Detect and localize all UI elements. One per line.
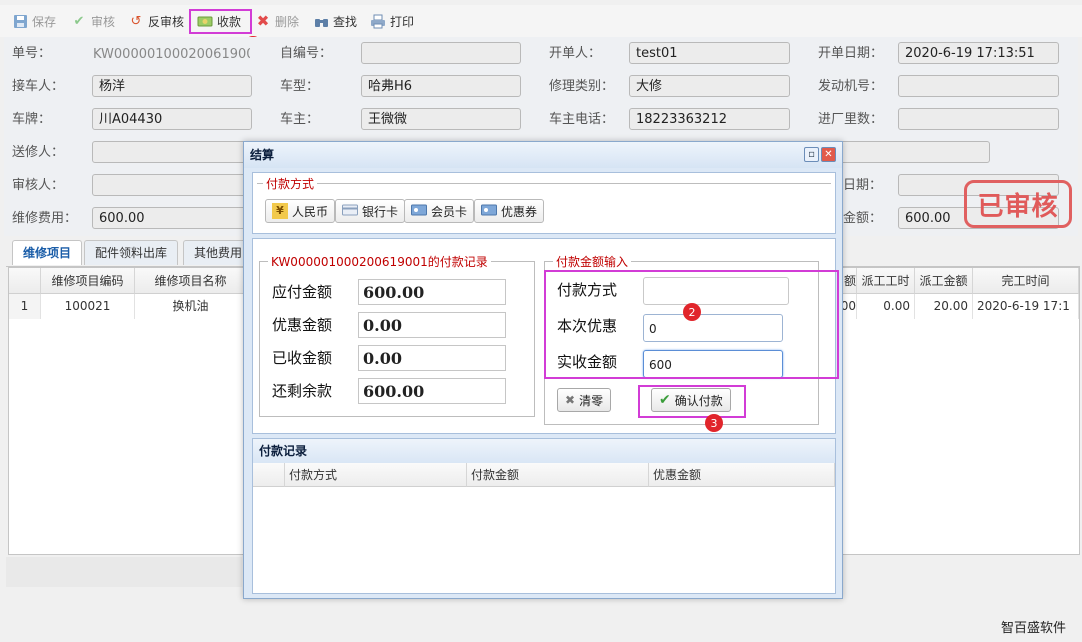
- repair-fee-label: 维修费用：: [12, 211, 78, 226]
- engine-no-label: 发动机号：: [818, 79, 884, 94]
- audited-stamp: 已审核: [964, 180, 1072, 228]
- mileage-field[interactable]: [898, 108, 1059, 130]
- owner-phone-label: 车主电话：: [549, 112, 615, 127]
- table-cell-money[interactable]: 20.00: [915, 294, 973, 319]
- rmb-icon: ¥: [272, 203, 288, 219]
- unaudit-button[interactable]: ↺ 反审核: [128, 10, 184, 32]
- grid-header-code: 维修项目编码: [41, 268, 135, 294]
- records-header-amount: 付款金额: [467, 463, 649, 487]
- due-amount-label: 应付金额: [272, 283, 333, 301]
- remaining-amount-label: 还剩余款: [272, 382, 333, 400]
- remaining-amount-field: 600.00: [358, 378, 506, 404]
- receiver-field[interactable]: 杨洋: [92, 75, 252, 97]
- pay-bank-card-button[interactable]: 银行卡: [335, 199, 406, 223]
- table-cell-hours[interactable]: 0.00: [857, 294, 915, 319]
- creator-label: 开单人：: [549, 46, 602, 61]
- order-no-label: 单号：: [12, 46, 52, 61]
- pay-member-card-button[interactable]: 会员卡: [404, 199, 475, 223]
- coupon-icon: [481, 204, 497, 219]
- auditor-field[interactable]: [92, 174, 252, 196]
- self-no-field[interactable]: [361, 42, 521, 64]
- discount-amount-label: 优惠金额: [272, 316, 333, 334]
- received-amount-field: 0.00: [358, 345, 506, 371]
- table-row-index: 1: [9, 294, 41, 319]
- audit-button[interactable]: ✔ 审核: [71, 10, 115, 32]
- engine-no-field[interactable]: [898, 75, 1059, 97]
- received-amount-label: 已收金额: [272, 349, 333, 367]
- close-icon[interactable]: ✕: [821, 147, 836, 162]
- repair-type-label: 修理类别：: [549, 79, 615, 94]
- mileage-label: 进厂里数：: [818, 112, 884, 127]
- table-cell-code[interactable]: 100021: [41, 294, 135, 319]
- tab-repair-items[interactable]: 维修项目: [12, 240, 83, 265]
- find-button[interactable]: 查找: [313, 10, 357, 32]
- sender-label: 送修人：: [12, 145, 65, 160]
- create-date-label: 开单日期：: [818, 46, 884, 61]
- toolbar: 保存 ✔ 审核 ↺ 反审核 收款 ✖ 删除 查找 打印: [0, 5, 1082, 37]
- pay-coupon-button[interactable]: 优惠券: [474, 199, 545, 223]
- step-badge-3: 3: [705, 414, 723, 432]
- payment-method-panel: 付款方式 ¥ 人民币 银行卡 会员卡 优惠券: [252, 172, 836, 234]
- model-field[interactable]: 哈弗H6: [361, 75, 521, 97]
- model-label: 车型：: [280, 79, 320, 94]
- payment-records-title: 付款记录: [253, 439, 835, 463]
- bank-card-icon: [342, 204, 358, 219]
- remarks-field[interactable]: [836, 141, 990, 163]
- creator-field[interactable]: test01: [629, 42, 790, 64]
- grid-header-hours: 派工工时: [857, 268, 915, 294]
- payment-records-panel: 付款记录 付款方式 付款金额 优惠金额: [252, 438, 836, 594]
- dialog-title: 结算: [244, 142, 842, 168]
- total-amount-label: 金额：: [843, 211, 883, 226]
- pay-cash-button[interactable]: ¥ 人民币: [265, 199, 336, 223]
- save-button[interactable]: 保存: [12, 10, 56, 32]
- owner-field[interactable]: 王微微: [361, 108, 521, 130]
- collect-button-highlight: [189, 9, 252, 34]
- grid-header-money: 派工金额: [915, 268, 973, 294]
- table-cell-name[interactable]: 换机油: [135, 294, 247, 319]
- due-amount-field: 600.00: [358, 279, 506, 305]
- delete-button[interactable]: ✖ 删除: [255, 10, 299, 32]
- owner-label: 车主：: [280, 112, 320, 127]
- grid-header-index: [9, 268, 41, 294]
- undo-icon: ↺: [130, 13, 142, 29]
- step-badge-2: 2: [683, 303, 701, 321]
- printer-icon: [370, 13, 386, 29]
- records-header-discount: 优惠金额: [649, 463, 835, 487]
- auditor-label: 审核人：: [12, 178, 65, 193]
- repair-fee-field[interactable]: 600.00: [92, 207, 252, 229]
- payment-record-legend: KW000001000200619001的付款记录: [268, 253, 491, 270]
- plate-label: 车牌：: [12, 112, 52, 127]
- clear-x-icon: ✖: [565, 393, 576, 407]
- print-button[interactable]: 打印: [370, 10, 414, 32]
- sender-field[interactable]: [92, 141, 252, 163]
- grid-header-finish-time: 完工时间: [973, 268, 1079, 294]
- grid-header-name: 维修项目名称: [135, 268, 247, 294]
- receiver-label: 接车人：: [12, 79, 65, 94]
- footer-bar: [6, 557, 242, 587]
- create-date-field[interactable]: 2020-6-19 17:13:51: [898, 42, 1059, 64]
- checkmark-icon: ✔: [73, 13, 85, 29]
- delete-x-icon: ✖: [256, 12, 270, 30]
- plate-field[interactable]: 川A04430: [92, 108, 252, 130]
- maximize-icon[interactable]: ▫: [804, 147, 819, 162]
- confirm-button-highlight: [638, 385, 746, 418]
- payment-method-legend: 付款方式: [263, 175, 318, 192]
- tab-parts-issue[interactable]: 配件领料出库: [84, 240, 179, 265]
- repair-type-field[interactable]: 大修: [629, 75, 790, 97]
- order-no-field: KW000001000200619001: [86, 43, 251, 65]
- member-card-icon: [411, 204, 427, 219]
- records-header-index: [253, 463, 285, 487]
- brand-text: 智百盛软件: [1000, 621, 1066, 636]
- floppy-disk-icon: [12, 13, 28, 29]
- table-cell-finish-time[interactable]: 2020-6-19 17:1: [973, 294, 1079, 319]
- audit-date-label: 日期：: [843, 178, 883, 193]
- records-header-method: 付款方式: [285, 463, 467, 487]
- discount-amount-field: 0.00: [358, 312, 506, 338]
- clear-button[interactable]: ✖ 清零: [557, 388, 612, 412]
- self-no-label: 自编号：: [280, 46, 333, 61]
- owner-phone-field[interactable]: 18223363212: [629, 108, 790, 130]
- binoculars-icon: [313, 13, 329, 29]
- payment-input-legend: 付款金额输入: [553, 253, 632, 270]
- payment-input-highlight: [544, 270, 839, 379]
